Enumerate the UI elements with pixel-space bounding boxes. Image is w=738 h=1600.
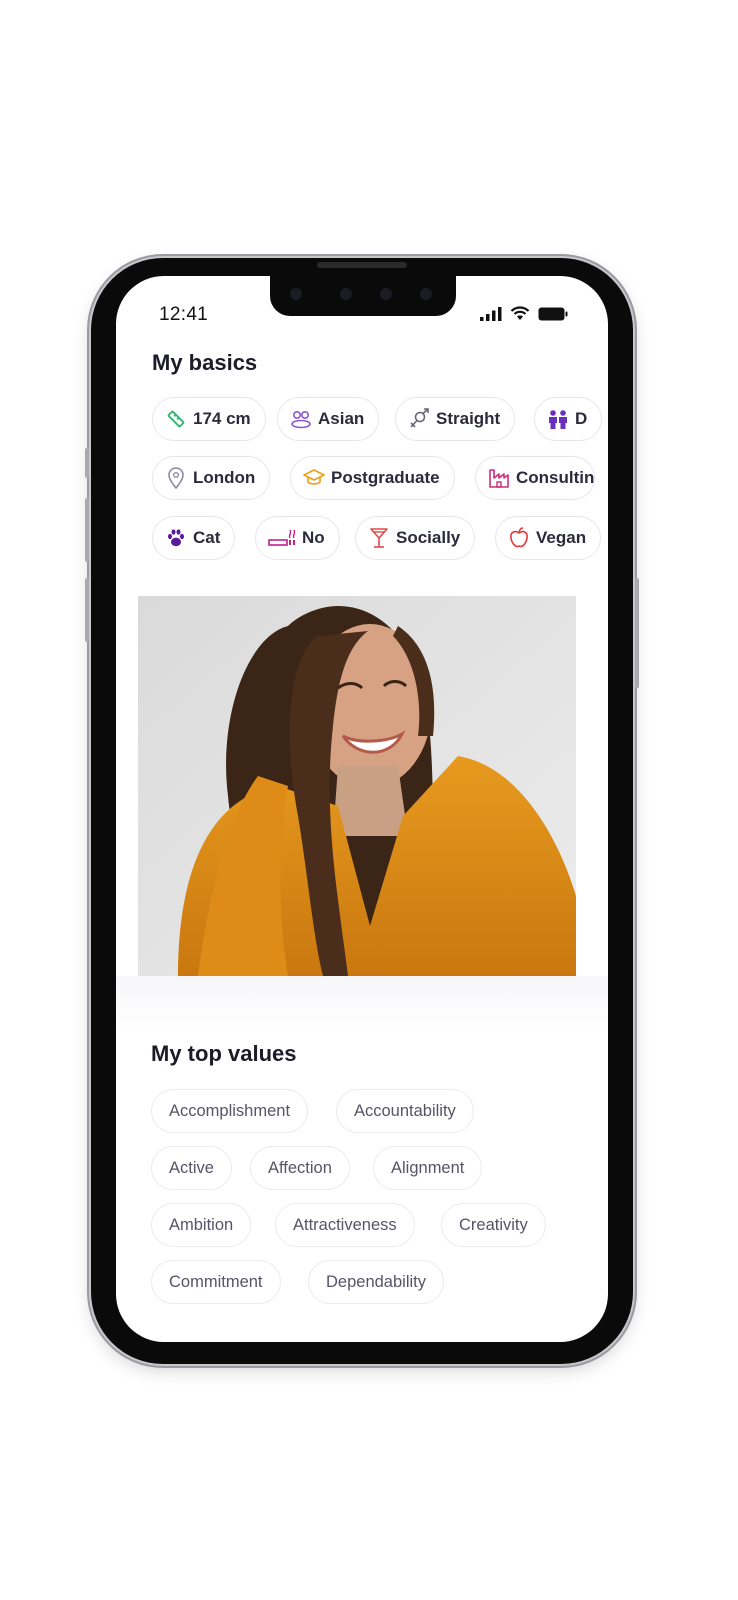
gender-icon [408, 408, 430, 430]
graduation-cap-icon [303, 467, 325, 489]
sensor-icon [380, 288, 392, 300]
value-chip[interactable]: Alignment [373, 1146, 483, 1190]
paw-icon [165, 527, 187, 549]
basic-chip-pets[interactable]: Cat [152, 516, 236, 560]
location-pin-icon [165, 467, 187, 489]
phone-frame: 12:41 My basics 174 cm Asian Straight D … [85, 258, 639, 1364]
battery-icon [538, 307, 568, 320]
people-icon [290, 408, 312, 430]
value-chip[interactable]: Creativity [441, 1203, 546, 1247]
basic-chip-height[interactable]: 174 cm [152, 397, 266, 441]
screen: 12:41 My basics 174 cm Asian Straight D … [116, 276, 608, 1342]
values-title: My top values [151, 1041, 297, 1066]
industry-icon [488, 467, 510, 489]
wifi-icon [510, 306, 530, 320]
basic-chip-smoking[interactable]: No [255, 516, 340, 560]
value-chip[interactable]: Active [151, 1146, 232, 1190]
sensor-icon [420, 288, 432, 300]
status-time: 12:41 [159, 304, 209, 325]
value-chip[interactable]: Ambition [151, 1203, 252, 1247]
power-button [635, 578, 639, 688]
basic-chip-industry[interactable]: Consultin [475, 456, 596, 500]
notch [270, 276, 456, 316]
basic-chip-education[interactable]: Postgraduate [290, 456, 455, 500]
earpiece-speaker [317, 262, 407, 268]
basic-chip-family[interactable]: D [534, 397, 603, 441]
value-chip[interactable]: Accomplishment [151, 1089, 309, 1133]
value-chip[interactable]: Dependability [308, 1260, 444, 1304]
profile-photo-image [138, 596, 576, 976]
family-icon [547, 408, 569, 430]
sensor-icon [340, 288, 352, 300]
value-chip[interactable]: Accountability [336, 1089, 474, 1133]
apple-icon [508, 527, 530, 549]
status-icons [480, 306, 568, 321]
basic-chip-drinking[interactable]: Socially [355, 516, 476, 560]
basic-chip-diet[interactable]: Vegan [495, 516, 602, 560]
basic-chip-orientation[interactable]: Straight [395, 397, 516, 441]
volume-up-button [85, 498, 89, 562]
cocktail-icon [368, 527, 390, 549]
camera-icon [290, 288, 302, 300]
basic-chip-location[interactable]: London [152, 456, 271, 500]
value-chip[interactable]: Affection [250, 1146, 350, 1190]
ruler-icon [165, 408, 187, 430]
signal-icon [480, 306, 502, 321]
basic-chip-ethnicity[interactable]: Asian [277, 397, 380, 441]
profile-photo[interactable] [138, 596, 576, 976]
photo-shadow [116, 976, 608, 1036]
volume-down-button [85, 578, 89, 642]
mute-switch [85, 448, 89, 478]
value-chip[interactable]: Attractiveness [275, 1203, 415, 1247]
value-chip[interactable]: Commitment [151, 1260, 281, 1304]
smoking-icon [268, 527, 296, 549]
basics-title: My basics [152, 350, 258, 375]
